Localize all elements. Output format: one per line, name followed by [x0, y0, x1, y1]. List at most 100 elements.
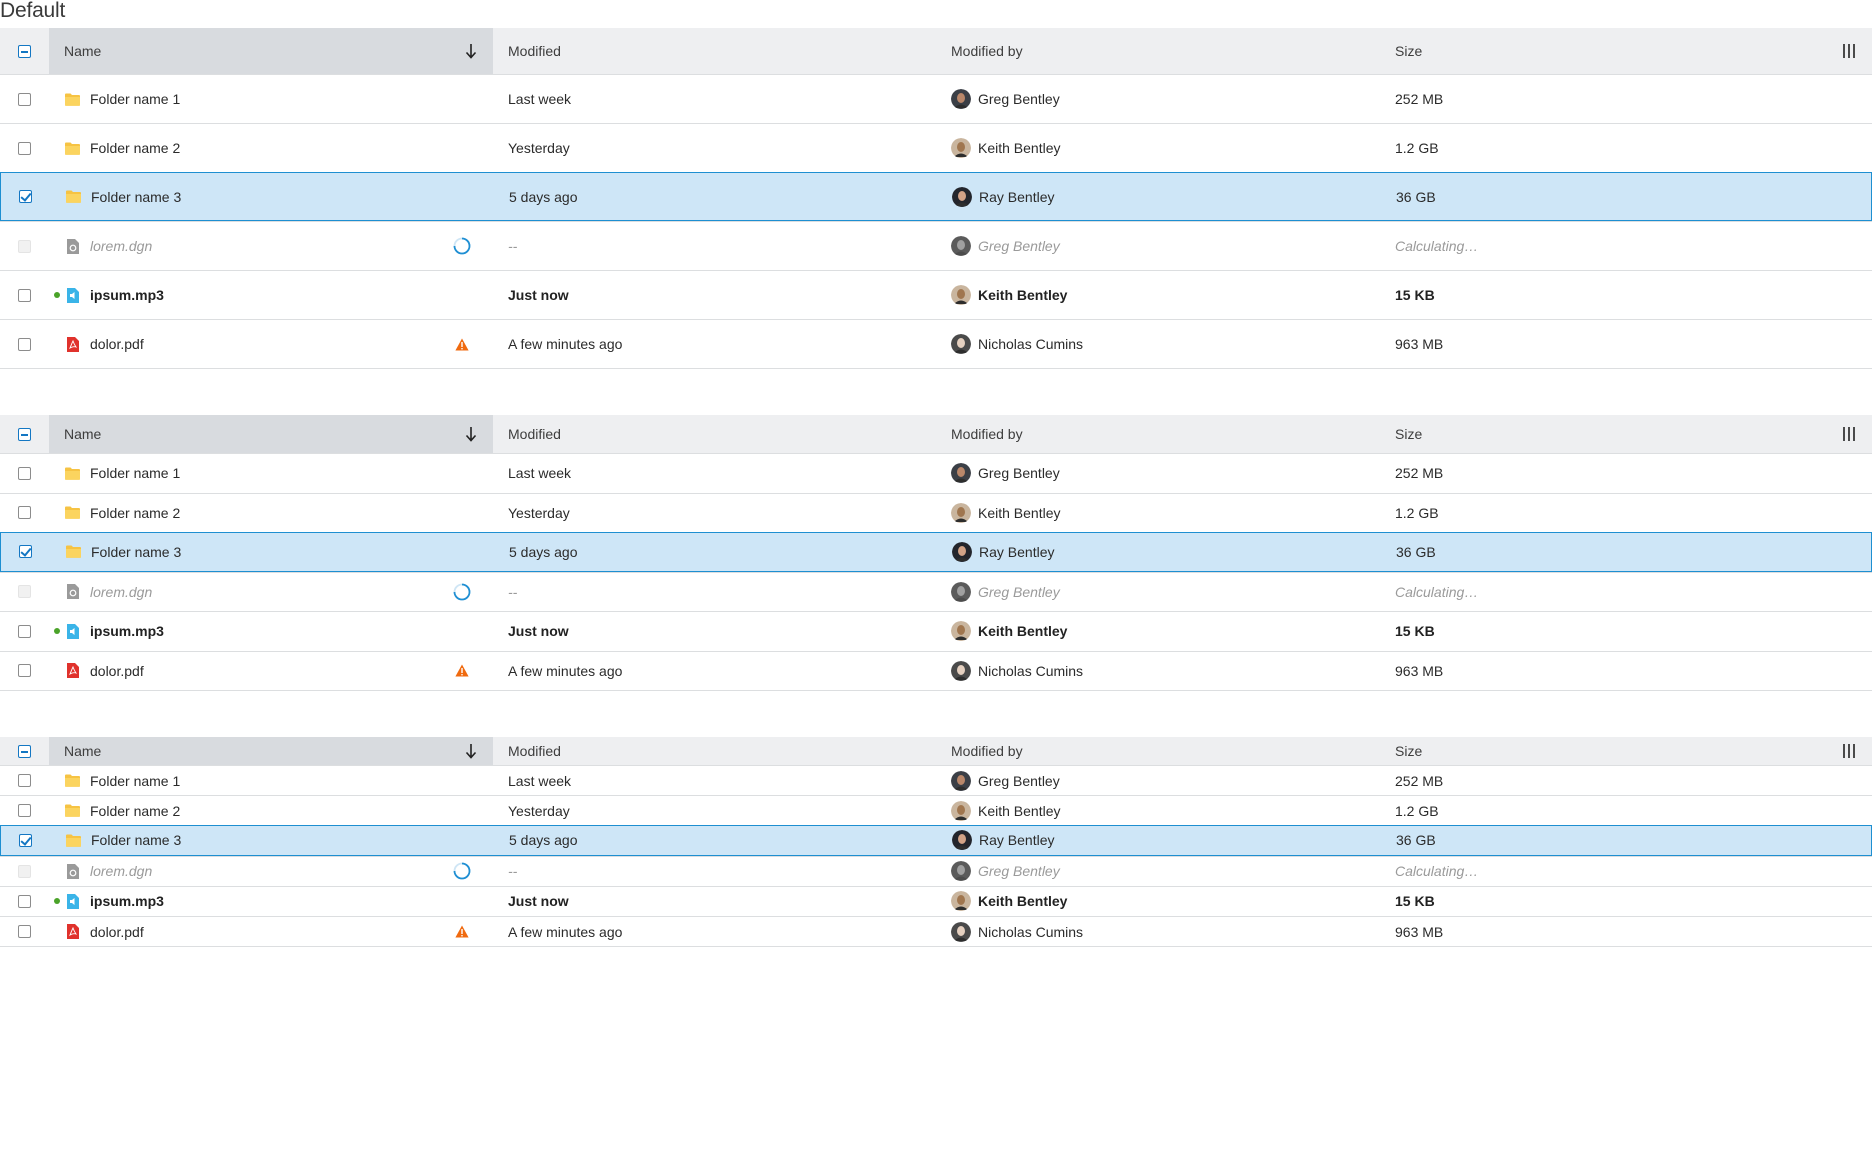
table-row[interactable]: ipsum.mp3 Just now Keith Bentley 15 KB — [0, 885, 1872, 916]
row-checkbox[interactable] — [18, 506, 31, 520]
row-checkbox[interactable] — [18, 141, 31, 155]
column-header-modified-by[interactable]: Modified by — [936, 43, 1380, 59]
row-checkbox[interactable] — [18, 664, 31, 678]
table-row[interactable]: Folder name 3 5 days ago Ray Bentley 36 GB — [0, 172, 1872, 221]
row-modified-by-name: Nicholas Cumins — [978, 923, 1084, 940]
warning-icon[interactable] — [453, 923, 471, 941]
column-header-modified-by[interactable]: Modified by — [936, 426, 1380, 442]
column-header-name[interactable]: Name — [49, 28, 493, 74]
table-row[interactable]: Folder name 2 Yesterday Keith Bentley 1.2 G… — [0, 492, 1872, 533]
column-header-modified[interactable]: Modified — [493, 743, 936, 759]
row-checkbox[interactable] — [18, 894, 31, 908]
column-header-modified-by[interactable]: Modified by — [936, 743, 1380, 759]
table-row[interactable]: Folder name 3 5 days ago Ray Bentley 36 GB — [0, 825, 1872, 856]
table-row[interactable]: ipsum.mp3 Just now Keith Bentley 15 KB — [0, 611, 1872, 651]
table-row[interactable]: Folder name 2 Yesterday Keith Bentley 1.2 G… — [0, 795, 1872, 825]
row-modified-by: Nicholas Cumins — [936, 921, 1380, 942]
table-row[interactable]: dolor.pdf A few minutes ago Nicholas Cumin… — [0, 650, 1872, 691]
warning-icon[interactable] — [453, 662, 471, 680]
sort-descending-icon[interactable] — [465, 743, 477, 759]
sort-descending-icon[interactable] — [465, 426, 477, 442]
avatar — [951, 285, 971, 305]
table-header: Name Modified Modified by Size — [0, 415, 1872, 453]
column-header-name[interactable]: Name — [49, 415, 493, 453]
row-checkbox[interactable] — [18, 92, 31, 106]
row-checkbox[interactable] — [18, 774, 31, 788]
table-row[interactable]: Folder name 1 Last week Greg Bentley 252 MB — [0, 765, 1872, 795]
row-checkbox[interactable] — [18, 337, 31, 351]
avatar — [952, 830, 972, 851]
table-row[interactable]: lorem.dgn -- Greg Bentley Calculating… — [0, 221, 1872, 270]
avatar — [951, 138, 971, 158]
column-manager-icon[interactable] — [1842, 426, 1856, 442]
row-name[interactable]: dolor.pdf — [90, 336, 493, 352]
row-modified-by-name: Keith Bentley — [978, 140, 1061, 156]
row-name[interactable]: dolor.pdf — [90, 924, 493, 940]
table-row[interactable]: Folder name 2 Yesterday Keith Bentley 1.2 G… — [0, 123, 1872, 172]
row-name[interactable]: Folder name 1 — [90, 465, 493, 481]
avatar — [952, 186, 972, 207]
row-checkbox[interactable] — [19, 833, 32, 847]
row-size: Calculating… — [1395, 583, 1479, 600]
row-name[interactable]: Folder name 1 — [90, 773, 493, 789]
row-checkbox[interactable] — [19, 190, 32, 203]
row-name[interactable]: ipsum.mp3 — [90, 287, 493, 303]
row-checkbox[interactable] — [18, 624, 31, 638]
row-name[interactable]: Folder name 3 — [91, 832, 494, 848]
column-manager-icon[interactable] — [1842, 43, 1856, 59]
row-checkbox[interactable] — [18, 925, 31, 939]
page-title: Default — [0, 0, 66, 22]
table-row[interactable]: dolor.pdf A few minutes ago Nicholas Cumin… — [0, 915, 1872, 946]
row-modified-by: Nicholas Cumins — [936, 334, 1380, 354]
column-header-size[interactable]: Size — [1380, 28, 1872, 74]
row-checkbox[interactable] — [18, 288, 31, 302]
table-row[interactable]: Folder name 1 Last week Greg Bentley 252 MB — [0, 74, 1872, 123]
row-modified-by: Keith Bentley — [936, 891, 1380, 912]
row-name[interactable]: Folder name 2 — [90, 505, 493, 521]
row-name[interactable]: Folder name 2 — [90, 803, 493, 819]
select-all-checkbox[interactable] — [18, 427, 31, 441]
audio-file-icon — [65, 623, 80, 639]
select-all-checkbox[interactable] — [18, 744, 31, 758]
table-row[interactable]: lorem.dgn -- Greg Bentley Calculating… — [0, 855, 1872, 886]
dgn-file-icon — [65, 863, 80, 879]
table-header: Name Modified Modified by Size — [0, 28, 1872, 74]
row-modified-by-name: Keith Bentley — [978, 504, 1061, 521]
table-row[interactable]: lorem.dgn -- Greg Bentley Calculating… — [0, 571, 1872, 612]
column-header-modified[interactable]: Modified — [493, 426, 936, 442]
row-name[interactable]: ipsum.mp3 — [90, 893, 493, 909]
row-name[interactable]: Folder name 2 — [90, 140, 493, 156]
column-header-modified[interactable]: Modified — [493, 43, 936, 59]
sort-descending-icon[interactable] — [465, 43, 477, 59]
row-modified-by-name: Nicholas Cumins — [978, 662, 1084, 679]
row-name[interactable]: Folder name 3 — [91, 189, 494, 205]
row-name[interactable]: lorem.dgn — [90, 238, 493, 254]
row-name[interactable]: Folder name 3 — [91, 544, 494, 560]
column-header-size[interactable]: Size — [1380, 737, 1872, 765]
row-checkbox[interactable] — [19, 545, 32, 559]
table-row[interactable]: dolor.pdf A few minutes ago Nicholas Cumin… — [0, 319, 1872, 368]
pdf-file-icon — [65, 924, 80, 940]
column-header-size[interactable]: Size — [1380, 415, 1872, 453]
avatar — [951, 621, 971, 642]
column-header-name[interactable]: Name — [49, 737, 493, 765]
row-name[interactable]: dolor.pdf — [90, 663, 493, 679]
row-checkbox[interactable] — [18, 466, 31, 480]
row-modified-by-name: Greg Bentley — [978, 91, 1060, 107]
column-manager-icon[interactable] — [1842, 743, 1856, 759]
avatar — [952, 541, 972, 562]
row-name[interactable]: Folder name 1 — [90, 91, 493, 107]
row-name[interactable]: ipsum.mp3 — [90, 623, 493, 639]
row-modified: -- — [508, 583, 518, 600]
row-checkbox[interactable] — [18, 804, 31, 818]
row-name[interactable]: lorem.dgn — [90, 584, 493, 600]
file-table-condensed: Name Modified Modified by Size Folder name 1… — [0, 415, 1872, 691]
table-row[interactable]: Folder name 3 5 days ago Ray Bentley 36 GB — [0, 532, 1872, 572]
row-modified-by-name: Greg Bentley — [978, 863, 1060, 880]
row-name[interactable]: lorem.dgn — [90, 863, 493, 879]
table-row[interactable]: Folder name 1 Last week Greg Bentley 252 MB — [0, 453, 1872, 493]
select-all-checkbox[interactable] — [18, 44, 31, 58]
warning-icon[interactable] — [453, 335, 471, 353]
row-modified-by: Ray Bentley — [937, 541, 1381, 562]
table-row[interactable]: ipsum.mp3 Just now Keith Bentley 15 KB — [0, 270, 1872, 319]
